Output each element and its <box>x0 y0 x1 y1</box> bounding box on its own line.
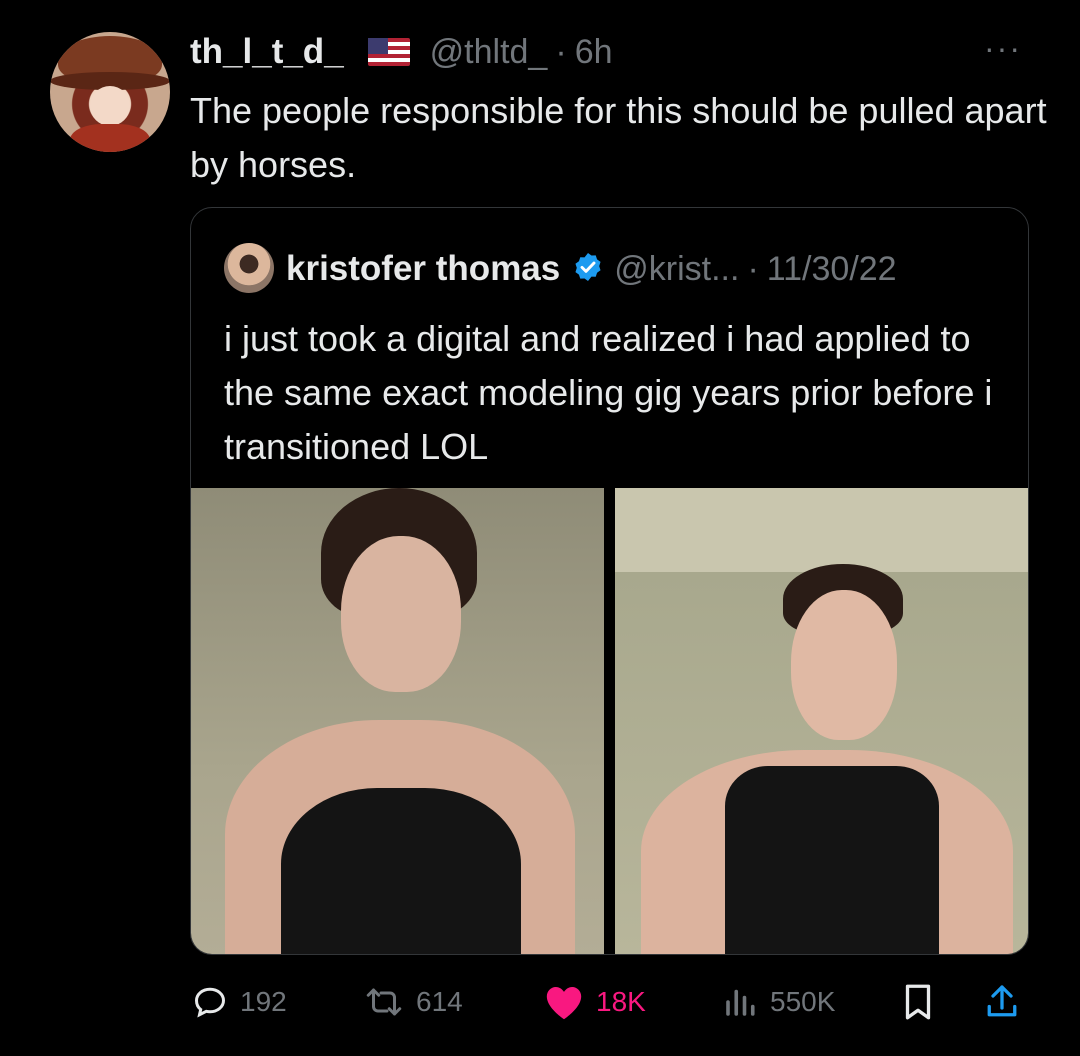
photo-right-face <box>791 590 897 740</box>
photo-left-tank-top <box>281 788 521 954</box>
author-avatar[interactable] <box>50 32 170 152</box>
share-icon <box>987 985 1017 1017</box>
avatar-face <box>90 86 130 126</box>
avatar-cloak <box>70 124 150 152</box>
photo-left-face <box>341 536 461 692</box>
views-button[interactable]: 550K <box>722 977 835 1027</box>
tweet-text: The people responsible for this should b… <box>190 90 1047 185</box>
quoted-author-handle[interactable]: @krist... <box>614 250 739 289</box>
quoted-tweet-header: kristofer thomas @krist... · 11/30/22 <box>286 244 897 294</box>
heart-icon <box>546 986 582 1020</box>
reply-icon <box>194 987 226 1018</box>
quoted-tweet-date[interactable]: 11/30/22 <box>767 250 897 289</box>
retweet-count: 614 <box>416 986 463 1017</box>
share-button[interactable] <box>984 977 1020 1027</box>
quoted-photos <box>191 488 1028 954</box>
bookmark-button[interactable] <box>900 977 936 1027</box>
views-count: 550K <box>770 986 836 1017</box>
retweet-icon <box>366 988 402 1016</box>
retweet-button[interactable]: 614 <box>364 977 463 1027</box>
quoted-separator-dot: · <box>747 249 759 288</box>
like-count: 18K <box>596 986 646 1017</box>
quoted-author-avatar[interactable] <box>224 243 274 293</box>
more-options-icon[interactable]: ··· <box>984 30 1022 67</box>
author-handle[interactable]: @thltd_ <box>430 33 548 72</box>
photo-right[interactable] <box>615 488 1028 954</box>
bookmark-icon <box>905 984 931 1020</box>
photo-right-tank-top <box>725 766 939 954</box>
author-name[interactable]: th_l_t_d_ <box>190 32 344 72</box>
us-flag-icon <box>367 38 410 66</box>
views-icon <box>726 989 755 1016</box>
reply-button[interactable]: 192 <box>192 977 287 1027</box>
quoted-author-name[interactable]: kristofer thomas <box>286 249 560 289</box>
tweet-actions: 192 614 18K 550K <box>0 977 1080 1027</box>
reply-count: 192 <box>240 986 287 1017</box>
tweet-header: th_l_t_d_ @thltd_ · 6h <box>190 30 613 74</box>
quoted-tweet-text: i just took a digital and realized i had… <box>224 318 993 467</box>
verified-badge-icon <box>572 251 604 288</box>
separator-dot: · <box>555 32 567 71</box>
quoted-tweet[interactable]: kristofer thomas @krist... · 11/30/22 i … <box>190 207 1029 955</box>
tweet-time[interactable]: 6h <box>575 33 613 72</box>
like-button[interactable]: 18K <box>544 977 646 1027</box>
photo-left[interactable] <box>191 488 604 954</box>
